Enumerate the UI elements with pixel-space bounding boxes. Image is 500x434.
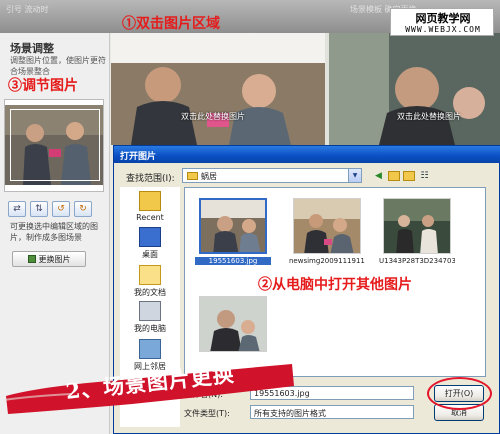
file-name: U1343P28T3D234703... [379, 257, 455, 265]
panel-title: 场景调整 [10, 42, 54, 55]
computer-icon [139, 301, 161, 321]
step-banner: 2、场景图片更换 [2, 356, 298, 414]
watermark-title: 网页教学网 [415, 12, 471, 25]
step1-annotation: ①双击图片区域 [122, 16, 220, 32]
back-icon[interactable]: ◀ [372, 169, 385, 182]
step3-annotation: ③调节图片 [8, 78, 78, 94]
open-button-highlight [427, 377, 492, 410]
crop-selection-box[interactable] [10, 109, 100, 181]
place-desktop[interactable]: 桌面 [124, 227, 176, 260]
site-watermark: 网页教学网 WWW.WEBJX.COM [390, 8, 494, 36]
place-label: 我的电脑 [134, 324, 166, 333]
lookin-label: 查找范围(I): [126, 174, 175, 184]
flip-vertical-icon[interactable]: ⇅ [30, 201, 48, 217]
place-my-documents[interactable]: 我的文档 [124, 265, 176, 298]
lookin-value: 蜗居 [201, 172, 217, 181]
file-thumbnail [199, 296, 267, 352]
scene-canvas: 双击此处替换图片 双击此处替换图片 [111, 33, 500, 145]
place-label: 我的文档 [134, 288, 166, 297]
change-image-label: 更换图片 [38, 254, 71, 264]
change-description: 可更换选中编辑区域的图片，制作成多图场景 [10, 222, 98, 242]
scene-photo-right-image [329, 33, 500, 145]
file-thumbnail [199, 198, 267, 254]
scene-photo-left[interactable]: 双击此处替换图片 [111, 33, 325, 145]
scene-caption-left: 双击此处替换图片 [181, 112, 245, 121]
panel-description: 调整图片位置，使图片更符合场景整合 [10, 56, 106, 76]
image-icon [27, 255, 36, 263]
scene-photo-left-image [111, 33, 325, 145]
recent-folder-icon [139, 191, 161, 211]
file-thumbnail [383, 198, 451, 254]
dialog-titlebar[interactable]: 打开图片 [114, 146, 500, 163]
change-image-button[interactable]: 更换图片 [12, 251, 86, 267]
step2-annotation: ②从电脑中打开其他图片 [258, 277, 412, 293]
rotate-right-icon[interactable]: ↻ [74, 201, 92, 217]
place-recent[interactable]: Recent [124, 191, 176, 222]
file-name: newsimg2009111911... [289, 257, 365, 265]
flip-horizontal-icon[interactable]: ⇄ [8, 201, 26, 217]
top-bar-left-text: 引号 流动时 [6, 5, 49, 14]
desktop-icon [139, 227, 161, 247]
scene-caption-right: 双击此处替换图片 [397, 112, 461, 121]
file-thumbnail [293, 198, 361, 254]
new-folder-icon[interactable] [403, 171, 415, 181]
lookin-dropdown[interactable]: 蜗居 ▼ [182, 168, 362, 183]
place-label: Recent [136, 213, 164, 222]
watermark-url: WWW.WEBJX.COM [405, 25, 481, 34]
folder-icon [187, 172, 198, 180]
rotate-left-icon[interactable]: ↺ [52, 201, 70, 217]
place-my-computer[interactable]: 我的电脑 [124, 301, 176, 334]
place-label: 桌面 [142, 250, 158, 259]
dialog-title: 打开图片 [120, 152, 157, 162]
scene-photo-right[interactable]: 双击此处替换图片 [329, 33, 500, 145]
preview-thumbnail[interactable] [4, 99, 104, 192]
up-folder-icon[interactable] [388, 171, 400, 181]
documents-icon [139, 265, 161, 285]
chevron-down-icon[interactable]: ▼ [348, 169, 361, 182]
adjust-toolbar: ⇄ ⇅ ↺ ↻ [8, 201, 92, 217]
view-menu-icon[interactable]: ☷ [418, 169, 431, 182]
file-name: 19551603.jpg [195, 257, 271, 265]
dialog-nav-toolbar: ◀ ☷ [372, 169, 431, 182]
